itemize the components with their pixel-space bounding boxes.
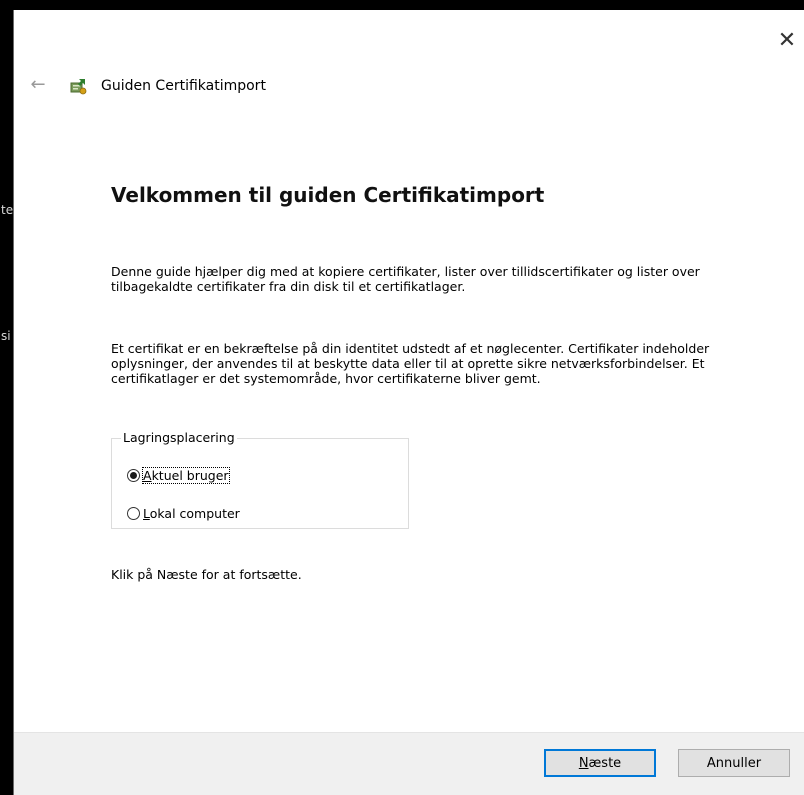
store-location-legend: Lagringsplacering [121, 430, 237, 445]
radio-button-unselected-icon[interactable] [127, 507, 140, 520]
back-button[interactable]: ← [28, 75, 48, 95]
backdrop-text-fragment: te [1, 203, 14, 217]
close-icon: ✕ [777, 28, 797, 53]
radio-current-user[interactable]: Aktuel bruger [127, 467, 230, 484]
back-arrow-icon: ← [30, 74, 46, 95]
radio-button-selected-icon[interactable] [127, 469, 140, 482]
intro-paragraph: Denne guide hjælper dig med at kopiere c… [111, 264, 700, 294]
radio-local-machine-label[interactable]: Lokal computer [143, 506, 240, 521]
radio-current-user-label[interactable]: Aktuel bruger [142, 467, 230, 484]
wizard-footer: Næste Annuller [14, 732, 804, 795]
radio-dot [130, 472, 137, 479]
wizard-title: Guiden Certifikatimport [101, 78, 266, 94]
certificate-explanation-paragraph: Et certifikat er en bekræftelse på din i… [111, 341, 710, 386]
close-button[interactable]: ✕ [776, 30, 798, 52]
next-button-label: Næste [578, 755, 622, 771]
page-heading: Velkommen til guiden Certifikatimport [111, 183, 545, 207]
next-button[interactable]: Næste [544, 749, 656, 777]
radio-local-machine[interactable]: Lokal computer [127, 506, 240, 521]
certificate-wizard-icon [68, 76, 88, 96]
certificate-import-wizard-dialog: ✕ ← Guiden Certifikatimport Velkommen ti… [13, 10, 804, 795]
backdrop-text-fragment: si [1, 329, 11, 343]
cancel-button[interactable]: Annuller [678, 749, 790, 777]
store-location-groupbox: Lagringsplacering Aktuel bruger Lokal co… [111, 430, 409, 529]
cancel-button-label: Annuller [706, 755, 762, 771]
continue-hint: Klik på Næste for at fortsætte. [111, 567, 302, 582]
